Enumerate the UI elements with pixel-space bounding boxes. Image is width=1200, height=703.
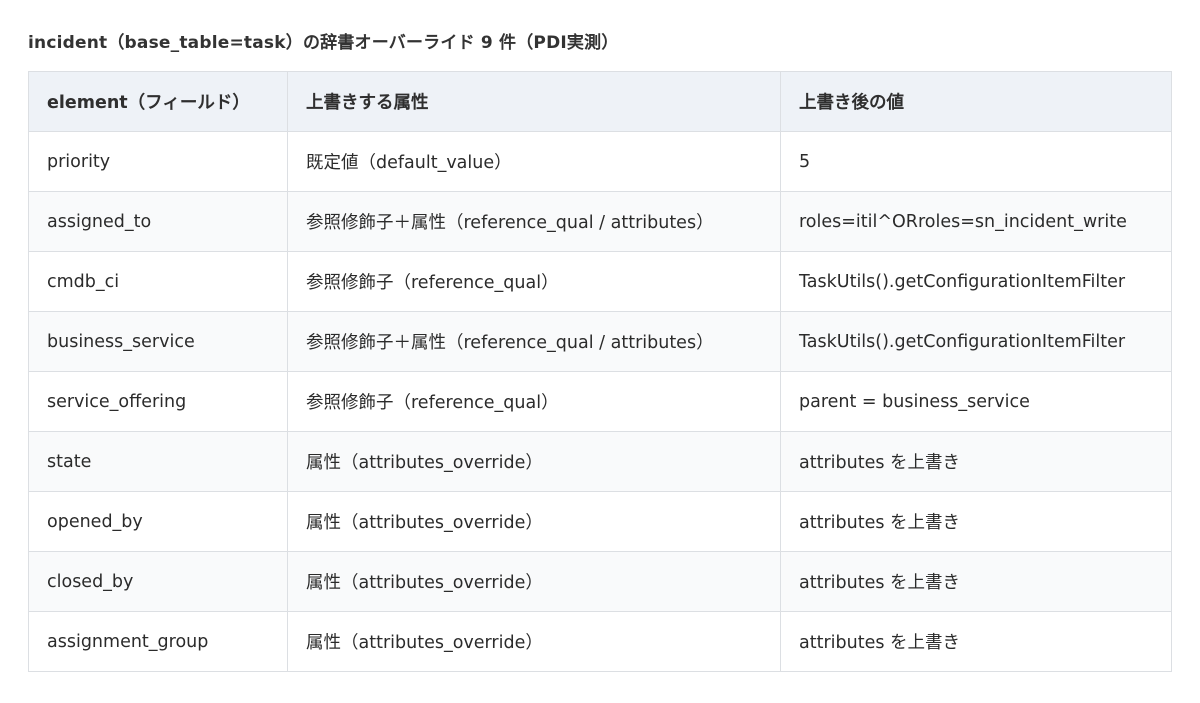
header-element: element（フィールド） <box>28 71 288 132</box>
cell-attribute: 属性（attributes_override） <box>287 431 781 492</box>
cell-element: service_offering <box>28 371 288 432</box>
header-attribute: 上書きする属性 <box>287 71 781 132</box>
header-value: 上書き後の値 <box>780 71 1172 132</box>
cell-attribute: 参照修飾子（reference_qual） <box>287 371 781 432</box>
table-header: element（フィールド） 上書きする属性 上書き後の値 <box>28 71 1172 132</box>
cell-value: TaskUtils().getConfigurationItemFilter <box>780 311 1172 372</box>
cell-attribute: 参照修飾子＋属性（reference_qual / attributes） <box>287 191 781 252</box>
cell-element: cmdb_ci <box>28 251 288 312</box>
table-body: priority 既定値（default_value） 5 assigned_t… <box>28 131 1172 672</box>
table-row: priority 既定値（default_value） 5 <box>28 131 1172 192</box>
cell-value: TaskUtils().getConfigurationItemFilter <box>780 251 1172 312</box>
table-row: assignment_group 属性（attributes_override）… <box>28 611 1172 672</box>
table-row: service_offering 参照修飾子（reference_qual） p… <box>28 371 1172 432</box>
table-caption: incident（base_table=task）の辞書オーバーライド 9 件（… <box>28 33 619 53</box>
cell-value: parent = business_service <box>780 371 1172 432</box>
table-row: cmdb_ci 参照修飾子（reference_qual） TaskUtils(… <box>28 251 1172 312</box>
cell-element: priority <box>28 131 288 192</box>
table-row: closed_by 属性（attributes_override） attrib… <box>28 551 1172 612</box>
header-row: element（フィールド） 上書きする属性 上書き後の値 <box>28 71 1172 132</box>
cell-value: attributes を上書き <box>780 611 1172 672</box>
cell-element: opened_by <box>28 491 288 552</box>
cell-element: assigned_to <box>28 191 288 252</box>
cell-element: assignment_group <box>28 611 288 672</box>
cell-attribute: 属性（attributes_override） <box>287 611 781 672</box>
cell-attribute: 既定値（default_value） <box>287 131 781 192</box>
cell-attribute: 参照修飾子＋属性（reference_qual / attributes） <box>287 311 781 372</box>
cell-attribute: 参照修飾子（reference_qual） <box>287 251 781 312</box>
cell-attribute: 属性（attributes_override） <box>287 491 781 552</box>
table-row: state 属性（attributes_override） attributes… <box>28 431 1172 492</box>
cell-value: attributes を上書き <box>780 491 1172 552</box>
cell-element: business_service <box>28 311 288 372</box>
table-row: business_service 参照修飾子＋属性（reference_qual… <box>28 311 1172 372</box>
cell-value: attributes を上書き <box>780 431 1172 492</box>
cell-element: closed_by <box>28 551 288 612</box>
cell-element: state <box>28 431 288 492</box>
cell-value: roles=itil^ORroles=sn_incident_write <box>780 191 1172 252</box>
cell-value: 5 <box>780 131 1172 192</box>
cell-value: attributes を上書き <box>780 551 1172 612</box>
table-row: assigned_to 参照修飾子＋属性（reference_qual / at… <box>28 191 1172 252</box>
cell-attribute: 属性（attributes_override） <box>287 551 781 612</box>
dictionary-override-table: element（フィールド） 上書きする属性 上書き後の値 priority 既… <box>28 71 1172 672</box>
table-row: opened_by 属性（attributes_override） attrib… <box>28 491 1172 552</box>
